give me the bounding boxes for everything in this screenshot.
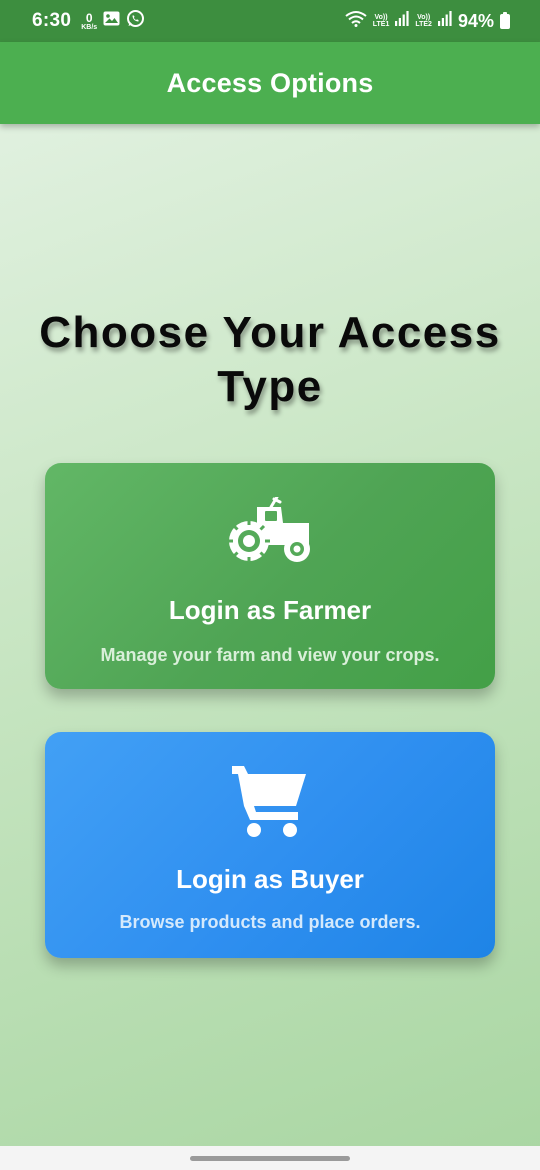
whatsapp-icon	[126, 9, 145, 33]
net-speed: 0 KB/s	[81, 12, 97, 31]
battery-icon	[500, 11, 510, 29]
farmer-card-description: Manage your farm and view your crops.	[100, 645, 440, 665]
net-speed-unit: KB/s	[81, 23, 98, 31]
status-bar: 6:30 0 KB/s Vo)) LTE1 Vo)) LTE2 94%	[0, 0, 540, 42]
page-heading: Choose Your Access Type	[39, 308, 501, 411]
sim1-bottom: LTE1	[372, 21, 390, 28]
status-time: 6:30	[32, 10, 72, 31]
app-bar-title: Access Options	[166, 67, 374, 98]
system-nav-bar	[0, 1146, 540, 1170]
wifi-icon	[345, 10, 367, 32]
shopping-cart-icon	[230, 760, 310, 845]
signal-icon	[437, 11, 452, 31]
buyer-card-title: Login as Buyer	[176, 864, 364, 894]
login-farmer-card[interactable]: Login as Farmer Manage your farm and vie…	[45, 463, 495, 689]
signal-icon	[395, 11, 409, 31]
sim2-top: Vo))	[417, 14, 431, 21]
tractor-icon	[227, 495, 313, 568]
status-left: 6:30 0 KB/s	[32, 9, 145, 33]
sim2-indicator: Vo)) LTE2	[415, 14, 432, 28]
battery-percent: 94%	[457, 10, 494, 31]
net-speed-value: 0	[85, 10, 93, 25]
app-bar: Access Options	[0, 42, 540, 124]
home-gesture-handle[interactable]	[190, 1156, 350, 1161]
sim2-bottom: LTE2	[415, 21, 432, 28]
sim1-top: Vo))	[374, 14, 388, 21]
buyer-card-description: Browse products and place orders.	[119, 912, 421, 932]
farmer-card-title: Login as Farmer	[168, 595, 372, 625]
sim1-indicator: Vo)) LTE1	[373, 14, 390, 28]
login-buyer-card[interactable]: Login as Buyer Browse products and place…	[45, 732, 495, 958]
gallery-icon	[103, 11, 120, 31]
status-right: Vo)) LTE1 Vo)) LTE2 94%	[345, 10, 510, 32]
